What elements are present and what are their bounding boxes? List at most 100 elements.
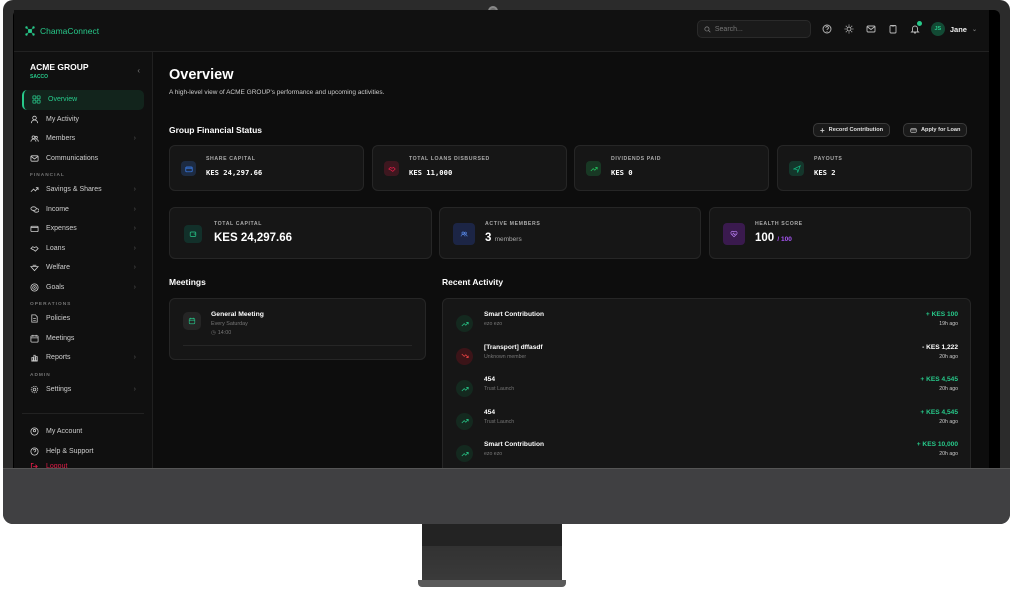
chevron-right-icon: › [133, 244, 136, 252]
activity-amount: + KES 4,545 [920, 376, 958, 383]
avatar: JS [930, 22, 945, 36]
sidebar-item-label: Help & Support [46, 447, 94, 455]
activity-row[interactable]: [Transport] dffasdf Unknown member - KES 1… [453, 340, 960, 372]
active-members-suffix: members [494, 236, 522, 243]
sidebar-item-label: Settings [46, 385, 72, 393]
trending-up-icon [456, 315, 473, 332]
sidebar-divider [22, 413, 144, 414]
chevron-down-icon: ⌄ [971, 26, 977, 33]
section-financial: FINANCIAL [30, 173, 65, 178]
app-logo[interactable]: ChamaConnect [24, 25, 99, 37]
sidebar-item-label: Goals [46, 283, 65, 291]
sidebar-item-members[interactable]: Members › [22, 129, 144, 149]
sidebar-item-loans[interactable]: Loans › [22, 239, 144, 259]
record-contribution-button[interactable]: + Record Contribution [813, 123, 891, 137]
grid-icon [32, 95, 41, 104]
chevron-right-icon: › [133, 135, 136, 143]
bar-chart-icon [30, 353, 39, 362]
gear-icon [30, 385, 39, 394]
trending-up-icon [456, 412, 473, 430]
sidebar-item-label: Savings & Shares [46, 186, 102, 194]
activity-title: Smart Contribution [484, 441, 545, 448]
activity-row[interactable]: Smart Contribution ezo ezo + KES 100 19h ag… [453, 307, 960, 339]
chevron-right-icon: › [133, 186, 136, 194]
sidebar-item-meetings[interactable]: Meetings [22, 329, 144, 349]
handshake-icon [30, 244, 39, 253]
stat-label: PAYOUTS [814, 156, 843, 162]
mail-icon [30, 154, 39, 163]
sidebar-item-expenses[interactable]: Expenses › [22, 219, 144, 239]
sidebar-item-communications[interactable]: Communications [22, 149, 144, 169]
wallet-icon [30, 224, 39, 233]
user-icon [30, 115, 39, 124]
activity-row[interactable]: 454 Trust Launch + KES 4,545 20h ago [453, 372, 960, 404]
users-icon [453, 223, 475, 245]
calendar-icon [183, 312, 201, 330]
sidebar-item-settings[interactable]: Settings › [22, 380, 144, 400]
help-icon[interactable] [821, 23, 833, 35]
sidebar-item-help-support[interactable]: Help & Support [22, 442, 144, 462]
top-bar-actions: Search... JS Jane ⌄ [696, 20, 977, 38]
health-score-label: HEALTH SCORE [755, 221, 803, 227]
trending-up-icon [586, 161, 601, 176]
clipboard-icon[interactable] [887, 23, 899, 35]
stat-card-dividends-paid: DIVIDENDS PAID KES 0 [574, 145, 769, 191]
sidebar-item-overview[interactable]: Overview [22, 90, 144, 110]
user-menu[interactable]: JS Jane ⌄ [930, 22, 977, 36]
health-score-value-wrap: 100 / 100 [755, 232, 792, 244]
sidebar-item-my-activity[interactable]: My Activity [22, 110, 144, 130]
search-placeholder: Search... [714, 25, 743, 33]
recent-activity-title: Recent Activity [442, 277, 504, 287]
sidebar-item-policies[interactable]: Policies [22, 309, 144, 329]
card-icon [910, 127, 917, 133]
help-icon [30, 447, 39, 456]
active-members-value-wrap: 3 members [485, 232, 522, 244]
sidebar-item-income[interactable]: Income › [22, 200, 144, 220]
trending-down-icon [456, 347, 473, 365]
logo-icon [24, 25, 36, 37]
app-window: ChamaConnect Search... JS Jane ⌄ ACME GR… [14, 10, 989, 468]
sidebar-item-welfare[interactable]: Welfare › [22, 258, 144, 278]
sidebar-item-reports[interactable]: Reports › [22, 348, 144, 368]
users-icon [30, 134, 39, 143]
sidebar-item-label: Loans [46, 244, 66, 252]
activity-subtitle: Trust Launch [484, 386, 515, 392]
activity-row[interactable]: 454 Trust Launch + KES 4,545 20h ago [453, 405, 960, 437]
monitor-stand-foot [418, 580, 566, 587]
monitor-chin [3, 468, 1010, 524]
chevron-right-icon: › [133, 264, 136, 272]
activity-amount: - KES 1,222 [922, 343, 958, 351]
mail-icon[interactable] [865, 23, 877, 35]
bell-icon[interactable] [909, 21, 922, 35]
active-members-label: ACTIVE MEMBERS [485, 221, 541, 227]
sidebar-item-goals[interactable]: Goals › [22, 278, 144, 298]
chevron-right-icon: › [133, 385, 136, 393]
financial-status-title: Group Financial Status [169, 125, 263, 135]
activity-subtitle: Unknown member [484, 353, 527, 360]
sidebar-item-label: Members [46, 135, 76, 143]
meeting-card[interactable]: General Meeting Every Saturday ◷ 14:00 [169, 298, 426, 360]
org-type-badge: SACCO [30, 74, 49, 80]
search-input[interactable]: Search... [696, 20, 811, 38]
active-members-value: 3 [485, 232, 492, 244]
stat-label: SHARE CAPITAL [206, 156, 256, 162]
activity-subtitle: Trust Launch [484, 418, 515, 425]
stat-card-payouts: PAYOUTS KES 2 [777, 145, 972, 191]
sidebar-item-savings-shares[interactable]: Savings & Shares › [22, 180, 144, 200]
stat-card-share-capital: SHARE CAPITAL KES 24,297.66 [169, 145, 364, 191]
meeting-time-wrap: ◷ 14:00 [211, 330, 231, 336]
sun-icon[interactable] [843, 23, 855, 35]
sidebar-item-label: My Account [46, 428, 83, 436]
apply-loan-button[interactable]: Apply for Loan [903, 123, 968, 137]
clock-icon: ◷ [211, 330, 216, 336]
activity-time: 20h ago [939, 386, 958, 392]
sidebar-item-label: Expenses [46, 225, 77, 233]
sidebar-item-logout[interactable]: Logout [22, 461, 144, 468]
sidebar-item-label: Income [46, 205, 69, 213]
collapse-sidebar-icon[interactable]: ‹ [137, 66, 140, 75]
sidebar-item-my-account[interactable]: My Account [22, 422, 144, 442]
stat-value: KES 2 [814, 168, 836, 177]
activity-amount: + KES 100 [925, 311, 958, 318]
activity-title: Smart Contribution [484, 311, 545, 318]
activity-row[interactable]: Smart Contribution ezo ezo + KES 10,000 20h… [453, 437, 960, 468]
